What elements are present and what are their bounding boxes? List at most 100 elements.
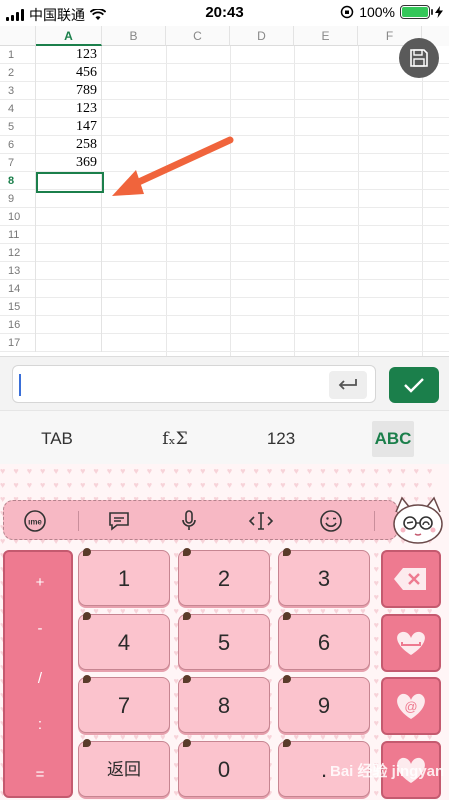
cell-a[interactable]: 123: [36, 46, 102, 64]
table-row: 4 123: [0, 100, 449, 118]
text-cursor: [19, 374, 21, 396]
tab-letters[interactable]: ABC: [372, 421, 414, 457]
key-8[interactable]: 8: [178, 675, 270, 733]
rotation-lock-icon: [340, 5, 354, 19]
return-icon: [338, 379, 357, 390]
selected-cell-a8[interactable]: [36, 172, 104, 193]
cat-mascot-icon[interactable]: [390, 494, 446, 546]
cell-a[interactable]: [36, 280, 102, 298]
cell-a[interactable]: [36, 298, 102, 316]
column-header-c[interactable]: C: [166, 26, 230, 46]
key-1-label: 1: [117, 566, 131, 591]
row-number[interactable]: 8: [0, 172, 36, 190]
row-number[interactable]: 14: [0, 280, 36, 298]
key-5[interactable]: 5: [178, 612, 270, 670]
column-header-b[interactable]: B: [102, 26, 166, 46]
table-row: 3 789: [0, 82, 449, 100]
cell-a[interactable]: 456: [36, 64, 102, 82]
key-8-label: 8: [217, 693, 231, 718]
row-number[interactable]: 6: [0, 136, 36, 154]
svg-text:ıme: ıme: [28, 518, 42, 527]
row-number[interactable]: 11: [0, 226, 36, 244]
chat-icon[interactable]: [106, 508, 132, 534]
cell-a[interactable]: [36, 226, 102, 244]
key-0[interactable]: 0: [178, 739, 270, 797]
key-1[interactable]: 1: [78, 548, 170, 606]
cell-a[interactable]: [36, 208, 102, 226]
table-row: 12: [0, 244, 449, 262]
cursor-move-icon[interactable]: [248, 508, 274, 534]
confirm-button[interactable]: [389, 367, 439, 403]
tab-functions[interactable]: fₓΣ: [140, 421, 210, 457]
spreadsheet-grid[interactable]: A B C D E F 1 123 2 456 3 789 4 123 5 147 6 258 7 369…: [0, 26, 449, 356]
cell-a[interactable]: [36, 262, 102, 280]
table-row: 10: [0, 208, 449, 226]
ime-icon[interactable]: ıme: [22, 508, 48, 534]
back-key[interactable]: 返回: [78, 739, 170, 797]
table-row: 11: [0, 226, 449, 244]
symbol-colon-key[interactable]: :: [5, 716, 75, 733]
key-5-label: 5: [217, 630, 231, 655]
space-button[interactable]: [381, 614, 441, 672]
table-row: 17: [0, 334, 449, 352]
cell-a[interactable]: 258: [36, 136, 102, 154]
row-number[interactable]: 9: [0, 190, 36, 208]
cell-a[interactable]: 147: [36, 118, 102, 136]
row-number[interactable]: 3: [0, 82, 36, 100]
key-3[interactable]: 3: [278, 548, 370, 606]
column-header-a[interactable]: A: [36, 26, 102, 46]
key-0-label: 0: [217, 757, 231, 782]
column-header-e[interactable]: E: [294, 26, 358, 46]
microphone-icon[interactable]: [176, 508, 202, 534]
table-row: 2 456: [0, 64, 449, 82]
arrow-annotation: [112, 136, 234, 196]
newline-button[interactable]: [329, 371, 367, 399]
symbol-slash-key[interactable]: /: [5, 670, 75, 687]
floppy-disk-icon: [410, 49, 428, 67]
battery-percent: 100%: [359, 4, 395, 20]
battery-icon: [400, 5, 433, 19]
save-button[interactable]: [399, 38, 439, 78]
row-number[interactable]: 17: [0, 334, 36, 352]
tab-numbers[interactable]: 123: [246, 421, 316, 457]
key-9[interactable]: 9: [278, 675, 370, 733]
table-row: 13: [0, 262, 449, 280]
corner-cell[interactable]: [0, 26, 36, 46]
key-7[interactable]: 7: [78, 675, 170, 733]
row-number[interactable]: 16: [0, 316, 36, 334]
table-row: 16: [0, 316, 449, 334]
cell-a[interactable]: 369: [36, 154, 102, 172]
key-dot-label: .: [320, 757, 328, 782]
symbol-plus-key[interactable]: +: [5, 574, 75, 591]
row-number[interactable]: 2: [0, 64, 36, 82]
row-number[interactable]: 13: [0, 262, 36, 280]
checkmark-icon: [404, 378, 424, 393]
table-row: 1 123: [0, 46, 449, 64]
column-header-d[interactable]: D: [230, 26, 294, 46]
row-number[interactable]: 15: [0, 298, 36, 316]
space-bar-icon: [397, 631, 425, 655]
row-number[interactable]: 12: [0, 244, 36, 262]
cell-a[interactable]: [36, 334, 102, 352]
cell-a[interactable]: 123: [36, 100, 102, 118]
at-symbol-button[interactable]: @: [381, 677, 441, 735]
tab-tab-key[interactable]: TAB: [22, 421, 92, 457]
row-number[interactable]: 10: [0, 208, 36, 226]
row-number[interactable]: 1: [0, 46, 36, 64]
key-2[interactable]: 2: [178, 548, 270, 606]
row-number[interactable]: 7: [0, 154, 36, 172]
cell-a[interactable]: [36, 316, 102, 334]
keyboard-toolbar: ıme: [3, 500, 398, 540]
emoji-icon[interactable]: [318, 508, 344, 534]
cell-a[interactable]: 789: [36, 82, 102, 100]
key-6[interactable]: 6: [278, 612, 370, 670]
delete-button[interactable]: [381, 550, 441, 608]
row-number[interactable]: 4: [0, 100, 36, 118]
formula-input[interactable]: [12, 365, 376, 403]
symbol-minus-key[interactable]: -: [5, 620, 75, 637]
key-4[interactable]: 4: [78, 612, 170, 670]
row-number[interactable]: 5: [0, 118, 36, 136]
cell-a[interactable]: [36, 244, 102, 262]
column-header-row: A B C D E F: [0, 26, 449, 46]
symbol-equals-key[interactable]: =: [5, 766, 75, 783]
